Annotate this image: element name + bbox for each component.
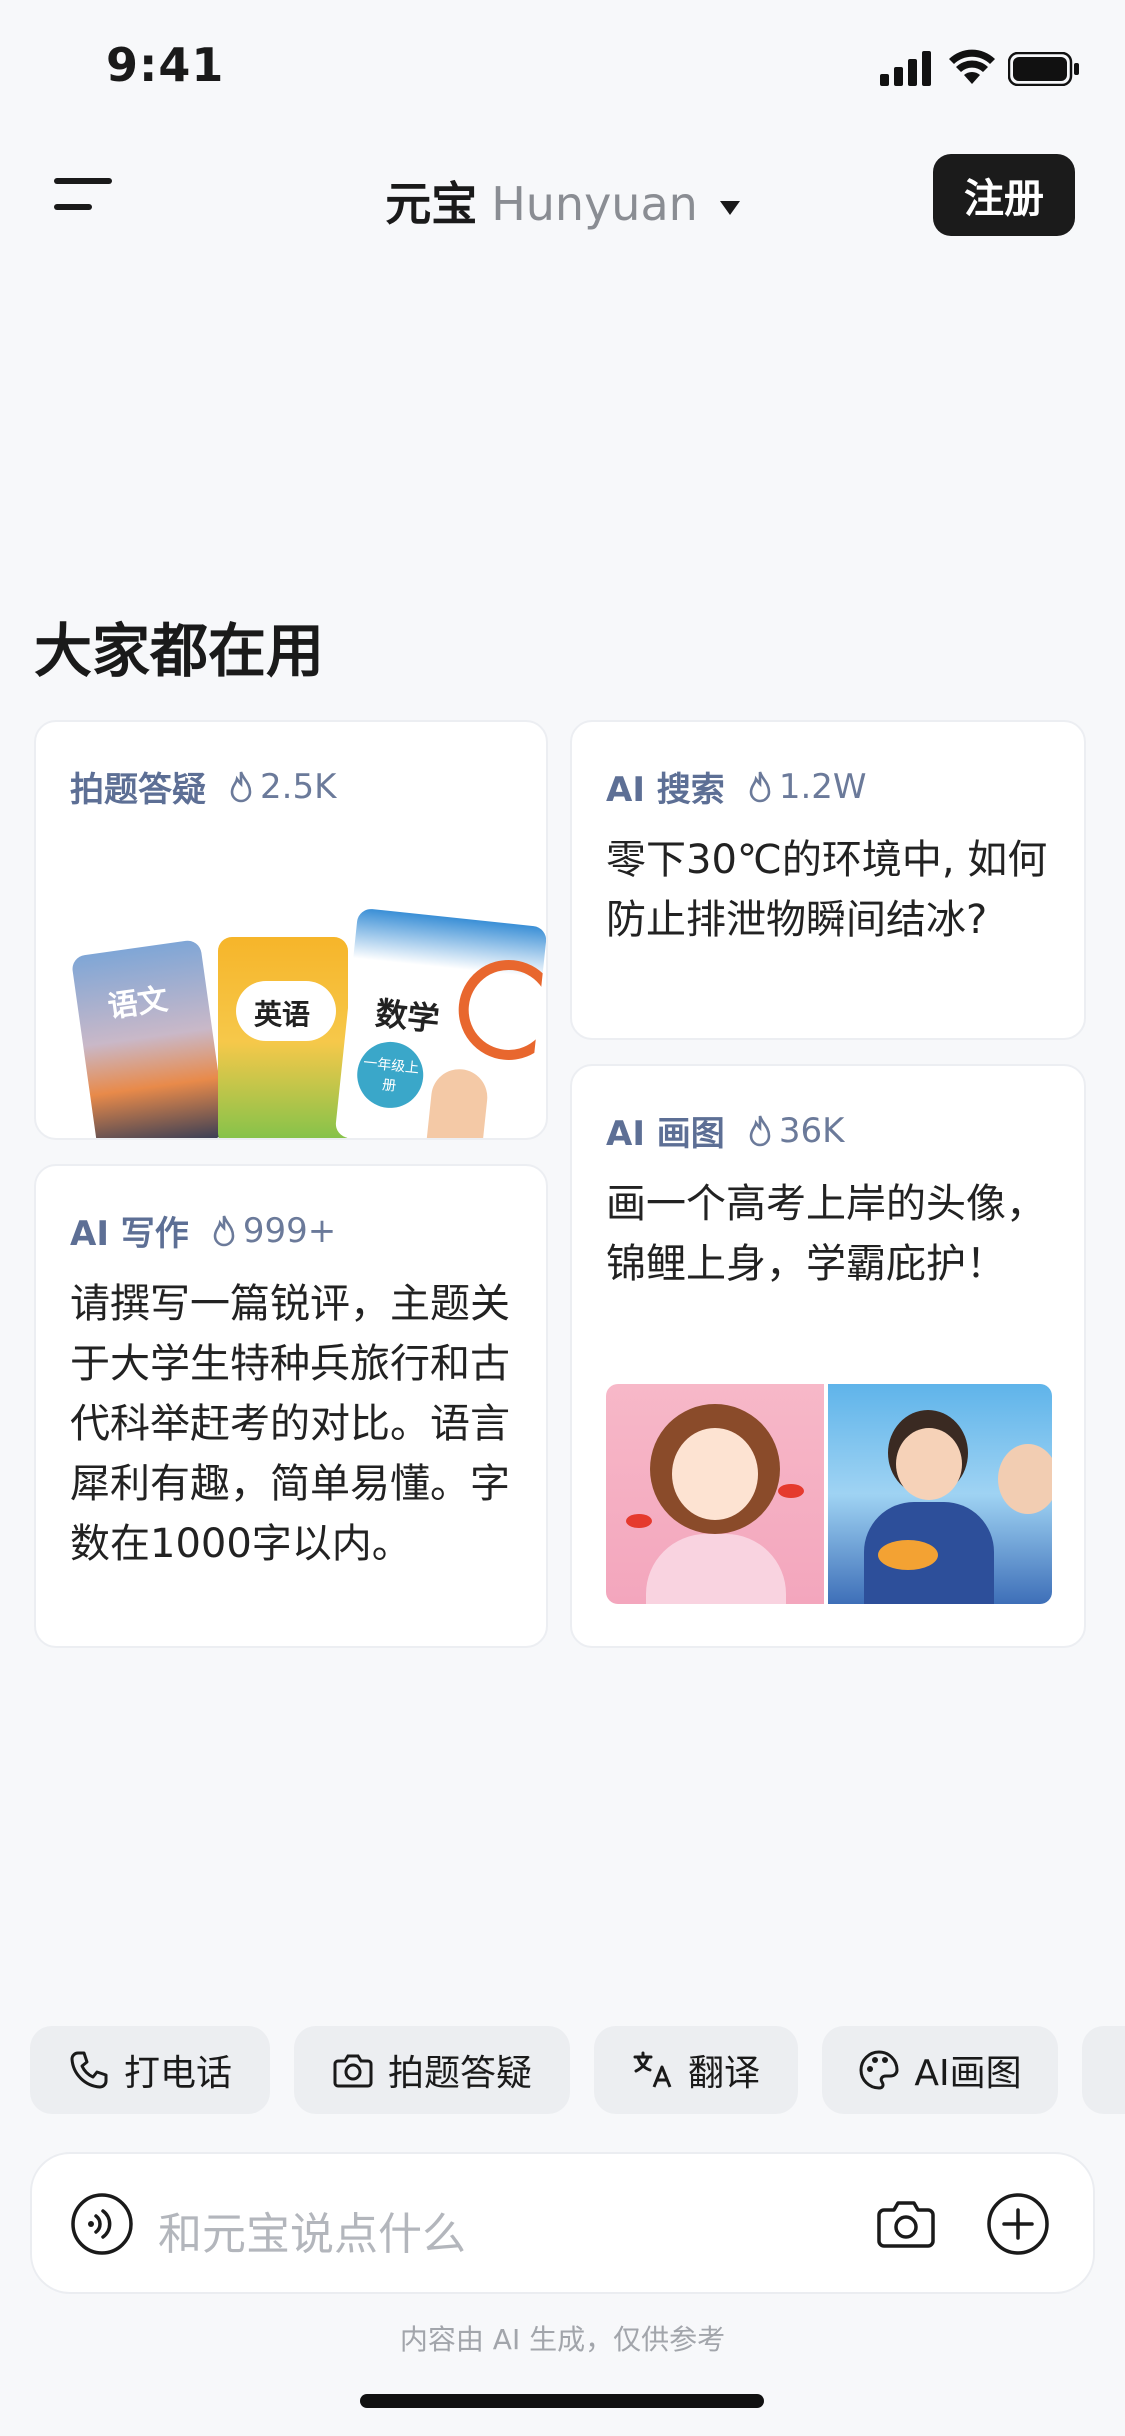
face-shape [998,1444,1052,1514]
book-grade-badge: 一年级上册 [353,1038,427,1112]
chip-photo-qa[interactable]: 拍题答疑 [294,2026,570,2114]
status-bar: 9:41 [0,0,1125,140]
heat-indicator: 999+ [211,1211,336,1251]
wifi-icon [949,49,995,84]
card-prompt: 请撰写一篇锐评，主题关于大学生特种兵旅行和古代科举赶考的对比。语言犀利有趣，简单… [70,1281,510,1567]
heat-count: 1.2W [778,766,867,807]
home-indicator[interactable] [360,2394,764,2408]
generated-image-girl [606,1384,824,1604]
chip-label: 翻译 [687,2053,760,2094]
heat-indicator: 1.2W [747,767,867,807]
dress-shape [646,1534,786,1604]
face-shape [672,1428,758,1520]
flame-icon [749,771,771,802]
heat-count: 2.5K [260,766,337,807]
heat-count: 36K [778,1110,845,1151]
book-title-english: 英语 [254,998,311,1031]
model-name: Hunyuan [491,177,698,231]
textbooks-illustration: 语文 英语 数学 一年级上册 [70,897,546,1138]
card-category: 拍题答疑 [70,770,206,810]
english-textbook: 英语 [218,937,348,1138]
chip-label: 拍题答疑 [387,2053,532,2094]
chip-more[interactable] [1082,2026,1125,2114]
chip-ai-drawing[interactable]: AI画图 [822,2026,1058,2114]
palette-icon [859,2050,899,2090]
cellular-signal-icon [880,51,931,86]
book-figure [425,1066,491,1138]
koi-shape [626,1514,652,1528]
card-prompt: 零下30℃的环境中, 如何防止排泄物瞬间结冰? [606,837,1048,943]
battery-icon [1008,52,1079,86]
heat-count: 999+ [242,1210,337,1251]
chip-translate[interactable]: 翻译 [594,2026,798,2114]
card-header: AI 写作 999+ [70,1206,336,1255]
flame-icon [230,771,252,802]
card-prompt: 画一个高考上岸的头像，锦鲤上身，学霸庇护！ [606,1181,1046,1287]
ai-disclaimer: 内容由 AI 生成，仅供参考 [399,2323,726,2356]
math-textbook: 数学 一年级上册 [334,907,546,1138]
card-ai-search[interactable]: AI 搜索 1.2W 零下30℃的环境中, 如何防止排泄物瞬间结冰? [570,720,1086,1040]
chinese-textbook: 语文 [70,938,228,1138]
register-button[interactable]: 注册 [933,154,1075,236]
koi-shape [778,1484,804,1498]
card-category: AI 画图 [606,1114,725,1154]
card-header: AI 画图 36K [606,1106,844,1155]
app-name: 元宝 [385,177,478,231]
book-title-math: 数学 [373,994,442,1039]
translate-icon [633,2051,672,2088]
card-ai-writing[interactable]: AI 写作 999+ 请撰写一篇锐评，主题关于大学生特种兵旅行和古代科举赶考的对… [34,1164,548,1648]
phone-icon [70,2051,108,2089]
generated-image-boy [828,1384,1052,1604]
card-category: AI 写作 [70,1214,189,1254]
chevron-down-icon [719,200,740,215]
card-photo-qa[interactable]: 拍题答疑 2.5K 语文 英语 数学 一年级上册 [34,720,548,1140]
card-header: AI 搜索 1.2W [606,762,867,811]
status-time: 9:41 [106,38,225,92]
book-arc [453,955,546,1065]
flame-icon [213,1215,235,1246]
koi-shape [878,1540,938,1570]
chat-input-bar[interactable]: 和元宝说点什么 [30,2152,1095,2294]
card-header: 拍题答疑 2.5K [70,762,336,811]
chip-label: 打电话 [123,2053,232,2094]
camera-icon[interactable] [874,2192,938,2256]
flame-icon [749,1115,771,1146]
add-icon[interactable] [986,2192,1050,2256]
book-title-chinese: 语文 [105,982,170,1026]
chip-call[interactable]: 打电话 [30,2026,270,2114]
section-title: 大家都在用 [34,617,325,685]
heat-indicator: 36K [747,1110,845,1151]
camera-icon [333,2054,373,2088]
voice-icon[interactable] [70,2192,134,2256]
card-category: AI 搜索 [606,770,725,810]
chat-input-placeholder[interactable]: 和元宝说点什么 [158,2198,466,2262]
face-shape [896,1428,962,1500]
chip-label: AI画图 [914,2053,1022,2094]
heat-indicator: 2.5K [228,767,336,807]
card-ai-drawing[interactable]: AI 画图 36K 画一个高考上岸的头像，锦鲤上身，学霸庇护！ [570,1064,1086,1648]
